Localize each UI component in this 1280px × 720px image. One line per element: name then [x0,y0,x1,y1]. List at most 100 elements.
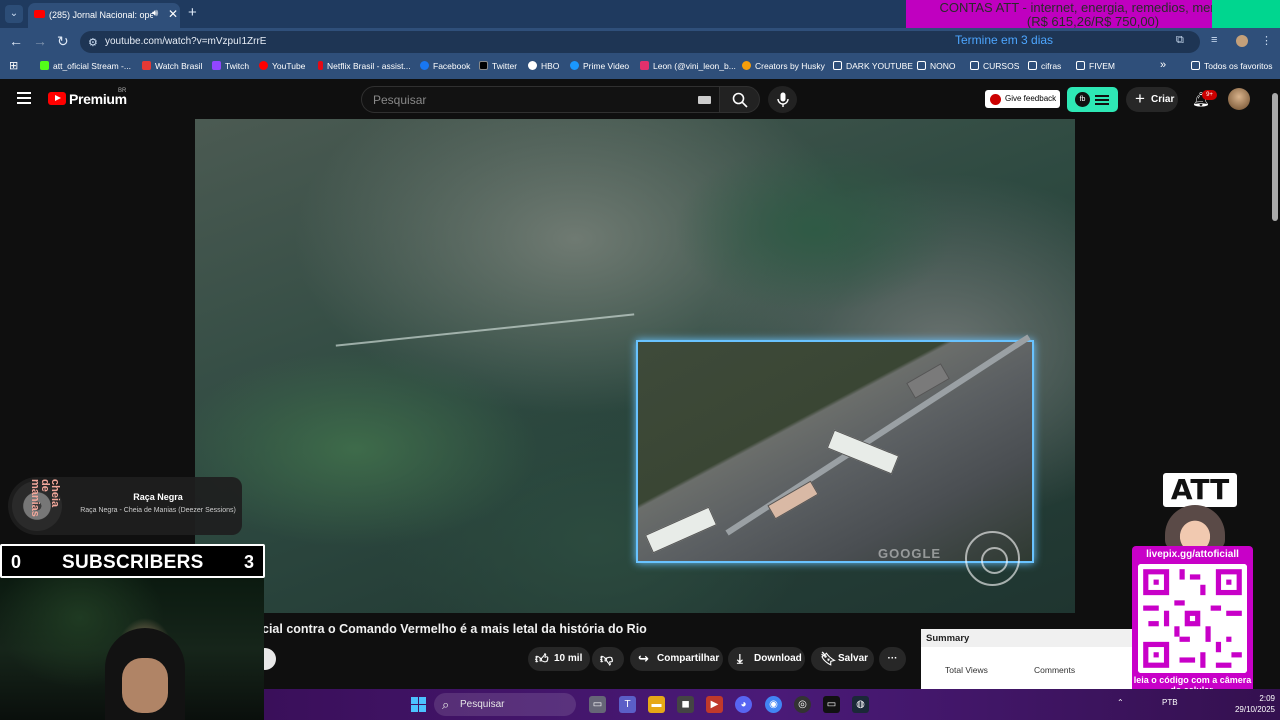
bookmark-item[interactable]: YouTube [259,61,305,71]
bookmark-icon: 🔖︎ [820,651,837,666]
bookmark-item[interactable]: Netflix Brasil - assist... [318,61,411,71]
speaker-icon[interactable]: 🔊︎ [152,8,158,19]
bookmark-item[interactable]: Leon (@vini_leon_b... [640,61,736,71]
notification-count-badge: 9+ [1202,90,1217,100]
youtube-header: Premium BR Pesquisar Give feedback fb Cr… [0,79,1270,119]
media-icon[interactable]: ≡ [1211,34,1217,46]
video-player[interactable]: GOOGLE [195,119,1075,613]
new-tab-button[interactable]: + [188,4,197,21]
discord-icon[interactable]: ◕ [735,696,752,713]
site-info-icon[interactable]: ⚙︎ [88,36,98,49]
qr-code-icon [1138,564,1247,673]
scrollbar-thumb[interactable] [1272,93,1278,221]
bookmark-folder[interactable]: DARK YOUTUBE [833,61,913,71]
download-button[interactable]: ⤓ Download [728,647,805,671]
bookmark-folder[interactable]: NONO [917,61,956,71]
bus-shape [826,429,900,475]
hbo-icon [528,61,537,70]
save-label: Salvar [838,653,869,664]
bookmark-item[interactable]: Watch Brasil [142,61,202,71]
bookmark-item[interactable]: Twitch [212,61,249,71]
more-bookmarks-icon[interactable]: » [1160,59,1166,71]
clock-time: 2:09 [1259,694,1275,703]
folder-icon [970,61,979,70]
netflix-icon [318,61,323,70]
subscribers-goal: 3 [243,552,254,572]
menu-icon[interactable]: ⋮ [1261,34,1272,47]
file-explorer-icon[interactable]: ▬ [648,696,665,713]
share-label: Compartilhar [657,653,720,664]
download-label: Download [754,653,802,664]
thumbs-down-icon: 👎︎ [600,651,614,666]
voice-search-button[interactable] [768,86,797,113]
bookmark-item[interactable]: Facebook [420,61,470,71]
thumbs-up-icon: 👍︎ [535,651,549,666]
windows-taskbar: Pesquisar ▭ T ▬ ◼ ▶ ◕ ◉ ◎ ▭ ◍ ⌃ PTB 2:09… [264,689,1280,720]
search-input[interactable]: Pesquisar [361,86,720,113]
profile-avatar[interactable] [1236,35,1248,47]
obs-icon[interactable]: ◎ [794,696,811,713]
forward-icon[interactable]: → [33,33,47,49]
like-button[interactable]: 👍︎ 10 mil [528,647,590,671]
stream-app-icon[interactable]: ▶ [706,696,723,713]
teams-icon[interactable]: T [619,696,636,713]
reload-icon[interactable]: ↻ [57,33,69,50]
bookmark-item[interactable]: HBO [528,61,559,71]
more-actions-button[interactable]: ··· [879,647,906,671]
back-icon[interactable]: ← [9,33,23,49]
husky-icon [742,61,751,70]
dislike-button[interactable]: 👎︎ [592,647,624,671]
create-button[interactable]: Criar [1126,86,1178,112]
qr-url: livepix.gg/attoficiall [1146,549,1239,560]
search-button[interactable] [719,86,760,113]
account-avatar[interactable] [1228,88,1250,110]
video-inset-aerial: GOOGLE [636,334,1034,563]
windows-start-icon[interactable] [411,697,426,712]
bookmark-folder[interactable]: cifras [1028,61,1061,71]
close-tab-icon[interactable]: ✕ [168,7,178,21]
ticker-text: Termine em 3 dias [955,33,1054,47]
now-playing-widget: cheia de manias Raça Negra Raça Negra - … [8,477,242,535]
all-favorites-folder[interactable]: Todos os favoritos [1191,61,1273,71]
give-feedback-button[interactable]: Give feedback [985,90,1060,108]
taskbar-search-input[interactable]: Pesquisar [434,693,576,716]
task-view-icon[interactable]: ▭ [589,696,606,713]
bookmark-folder[interactable]: CURSOS [970,61,1019,71]
bookmark-folder[interactable]: FIVEM [1076,61,1115,71]
now-playing-artist: Raça Negra [133,492,183,502]
tab-search-icon[interactable]: ⌄ [5,5,23,23]
terminal-icon[interactable]: ▭ [823,696,840,713]
bookmark-item[interactable]: Twitter [479,61,517,71]
chrome-icon[interactable]: ◉ [765,696,782,713]
share-button[interactable]: ↪ Compartilhar [630,647,723,671]
tab-title: (285) Jornal Nacional: operaç [49,10,153,20]
youtube-logo-icon[interactable] [48,92,66,105]
language-indicator[interactable]: PTB [1162,698,1178,707]
x-twitter-icon [479,61,488,70]
like-count: 10 mil [554,653,583,664]
apps-icon[interactable]: ⊞ [9,59,18,72]
extension-pill[interactable]: fb [1067,87,1118,112]
download-icon: ⤓ [737,651,743,666]
keyboard-icon[interactable] [698,96,711,104]
youtube-icon [259,61,268,70]
extensions-icon[interactable]: ⧉ [1176,34,1184,47]
banner-accent [1212,0,1280,30]
share-icon: ↪ [638,651,649,666]
tray-overflow-icon[interactable]: ⌃ [1117,698,1124,707]
bookmark-item[interactable]: att_oficial Stream -... [40,61,131,71]
bookmark-item[interactable]: Prime Video [570,61,629,71]
bookmark-item[interactable]: Creators by Husky [742,61,825,71]
system-clock[interactable]: 2:09 29/10/2025 [1209,693,1275,715]
guide-menu-icon[interactable] [17,92,31,107]
browser-tab-active[interactable]: (285) Jornal Nacional: operaç 🔊︎ ✕ [28,3,180,28]
twitch-icon [212,61,221,70]
page-scrollbar[interactable] [1270,79,1280,689]
folder-icon [1191,61,1200,70]
subscribers-label: SUBSCRIBERS [62,552,204,573]
youtube-favicon-icon [34,10,45,18]
save-button[interactable]: 🔖︎ Salvar [811,647,874,671]
search-icon [732,92,748,108]
store-icon[interactable]: ◼ [677,696,694,713]
steam-icon[interactable]: ◍ [852,696,869,713]
